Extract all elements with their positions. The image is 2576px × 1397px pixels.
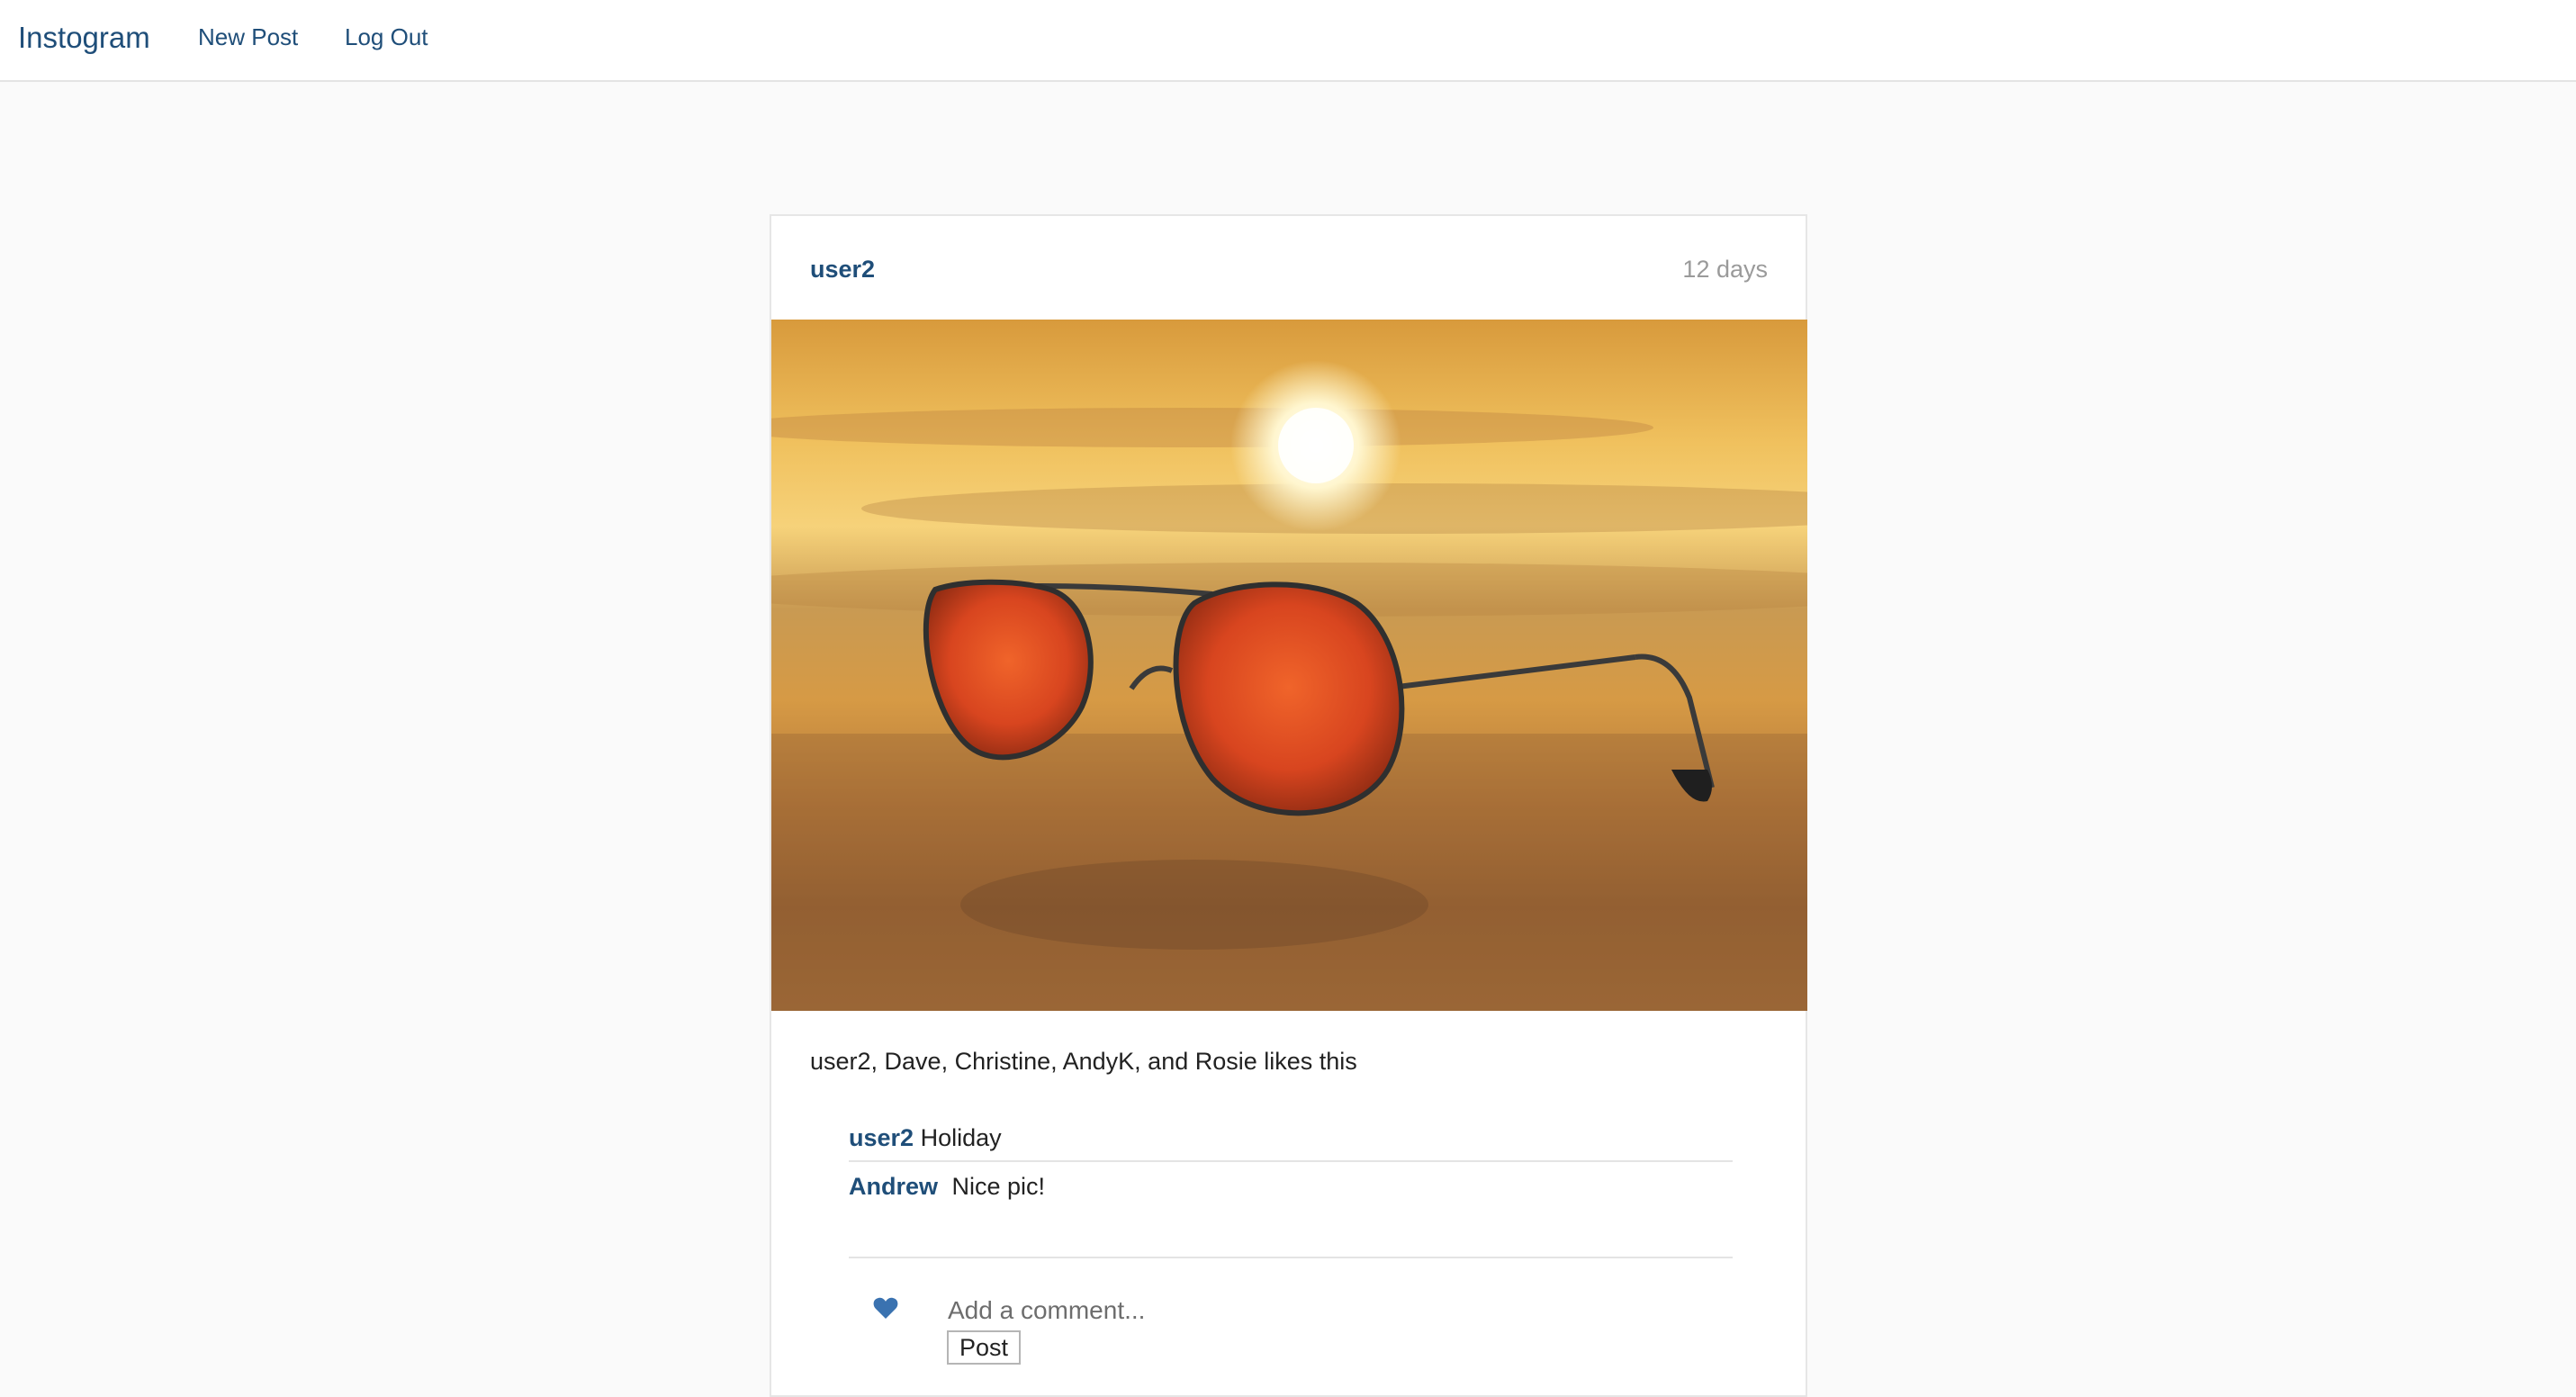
comment-text: Holiday [920,1124,1002,1151]
post-card: user2 12 days user2, Dave, Christine, An… [770,214,1807,1397]
log-out-link[interactable]: Log Out [345,22,428,52]
comment-author-link[interactable]: user2 [849,1124,914,1151]
comment-item: Andrew Nice pic! [849,1162,1733,1209]
top-navbar: Instogram New Post Log Out [0,0,2576,82]
heart-icon[interactable] [873,1296,898,1324]
new-post-link[interactable]: New Post [198,22,298,52]
comment-author-link[interactable]: Andrew [849,1173,938,1200]
comment-section-divider [849,1257,1733,1258]
post-photo [771,320,1807,1011]
comment-item: user2 Holiday [849,1122,1733,1162]
comment-text: Nice pic! [951,1173,1046,1200]
post-header: user2 12 days [771,216,1806,320]
likes-summary: user2, Dave, Christine, AndyK, and Rosie… [810,1048,1357,1075]
post-comment-button[interactable]: Post [947,1330,1022,1365]
post-author-link[interactable]: user2 [810,254,875,284]
comment-input[interactable] [948,1294,1668,1327]
post-timestamp: 12 days [1682,256,1768,283]
brand-logo-link[interactable]: Instogram [18,20,150,56]
comments-list: user2 Holiday Andrew Nice pic! [849,1122,1733,1209]
